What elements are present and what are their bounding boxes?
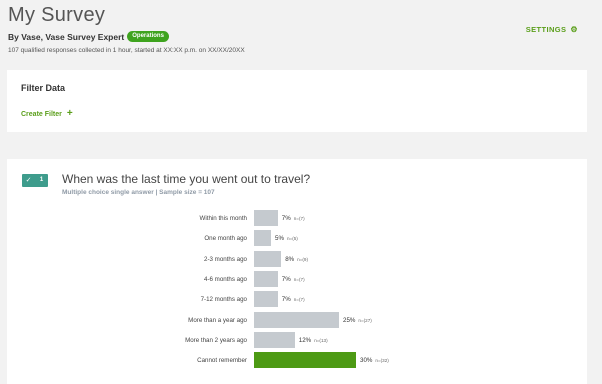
category-label: Within this month	[199, 215, 247, 222]
bar	[254, 331, 295, 348]
percent-label: 25%	[343, 316, 356, 324]
percent-label: 12%	[298, 336, 312, 344]
bar	[254, 311, 339, 328]
plus-icon: +	[66, 108, 73, 119]
question-subtitle: Multiple choice single answer | Sample s…	[62, 189, 215, 196]
count-label: n=(13)	[314, 337, 328, 343]
filter-panel: Filter Data Create Filter +	[7, 70, 587, 132]
survey-meta: 107 qualified responses collected in 1 h…	[8, 47, 245, 54]
category-label: More than 2 years ago	[185, 336, 247, 344]
filter-title: Filter Data	[21, 83, 66, 93]
bar	[254, 291, 278, 308]
chart-row: Within this month 7% n=(7)	[7, 210, 587, 228]
chart-row: More than a year ago 25% n=(27)	[7, 311, 587, 330]
category-label: Cannot remember	[197, 357, 247, 365]
settings-button[interactable]: SETTINGS ⚙	[526, 25, 578, 34]
bar	[254, 270, 278, 287]
percent-label: 5%	[275, 235, 284, 243]
chart-row: 7-12 months ago 7% n=(7)	[7, 291, 587, 309]
count-label: n=(7)	[293, 276, 305, 282]
question-card: ✓ 1 When was the last time you went out …	[7, 159, 587, 384]
count-label: n=(7)	[293, 297, 305, 303]
value-label-group: 25% n=(27)	[343, 317, 372, 324]
bar	[254, 230, 271, 247]
value-label-group: 30% n=(32)	[360, 357, 389, 364]
value-label-group: 12% n=(13)	[299, 337, 328, 344]
value-label-group: 5% n=(5)	[275, 235, 298, 242]
bar	[254, 250, 282, 267]
value-label-group: 7% n=(7)	[282, 276, 305, 283]
value-label-group: 7% n=(7)	[282, 215, 305, 222]
survey-header: My Survey By Vase, Vase Survey Expert Op…	[8, 4, 594, 64]
percent-label: 30%	[360, 357, 373, 365]
page-title: My Survey	[8, 4, 106, 26]
value-label-group: 8% n=(9)	[285, 256, 308, 263]
category-label: 2-3 months ago	[204, 255, 247, 263]
percent-label: 7%	[281, 275, 291, 283]
author-line: By Vase, Vase Survey Expert Operations	[8, 31, 169, 42]
count-label: n=(27)	[358, 317, 372, 323]
chart-row: 4-6 months ago 7% n=(7)	[7, 270, 587, 289]
value-label-group: 7% n=(7)	[282, 296, 305, 303]
percent-label: 7%	[281, 296, 291, 304]
count-label: n=(7)	[293, 216, 305, 221]
question-title: When was the last time you went out to t…	[62, 172, 311, 186]
percent-label: 7%	[281, 215, 291, 222]
chart-row: One month ago 5% n=(5)	[7, 230, 587, 248]
count-label: n=(9)	[297, 256, 308, 262]
department-badge: Operations	[127, 31, 169, 42]
question-toggle[interactable]: ✓ 1	[22, 174, 48, 187]
chart-row: 2-3 months ago 8% n=(9)	[7, 250, 587, 269]
chart-row: Cannot remember 30% n=(32)	[7, 352, 587, 370]
category-label: 7-12 months ago	[200, 296, 247, 304]
percent-label: 8%	[285, 255, 295, 263]
check-icon: ✓	[25, 177, 32, 184]
category-label: 4-6 months ago	[204, 275, 247, 283]
category-label: More than a year ago	[188, 316, 247, 324]
bar	[254, 352, 356, 369]
category-label: One month ago	[204, 235, 247, 243]
gear-icon: ⚙	[570, 24, 578, 34]
create-filter-label: Create Filter	[21, 110, 62, 118]
bar	[254, 210, 278, 226]
author-name: By Vase, Vase Survey Expert	[8, 31, 125, 42]
chart-row: More than 2 years ago 12% n=(13)	[7, 331, 587, 350]
settings-label: SETTINGS	[525, 25, 567, 34]
question-number: 1	[39, 177, 44, 183]
create-filter-button[interactable]: Create Filter +	[21, 108, 73, 119]
count-label: n=(5)	[286, 236, 298, 242]
count-label: n=(32)	[375, 358, 389, 364]
